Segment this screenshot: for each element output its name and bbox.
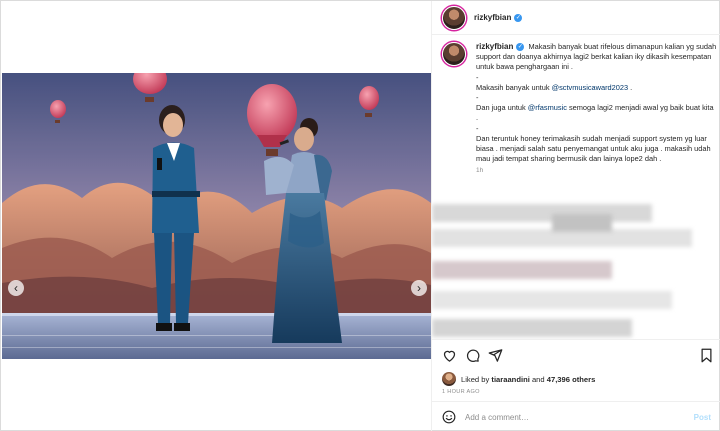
chevron-left-icon[interactable]: ‹ [8, 280, 24, 296]
avatar[interactable] [442, 372, 456, 386]
blurred-comment [432, 291, 672, 309]
caption-text: Dan teruntuk honey terimakasih sudah men… [476, 133, 711, 164]
blurred-comment [552, 214, 612, 232]
verified-badge-icon: ✓ [514, 13, 523, 22]
comment-input[interactable] [465, 412, 694, 422]
post-header: rizkyfbian ✓ [432, 1, 720, 35]
mention-link[interactable]: @sctvmusicaward2023 [552, 83, 629, 92]
post-button[interactable]: Post [694, 413, 711, 422]
avatar[interactable] [442, 5, 466, 30]
blurred-comment [432, 261, 612, 279]
liked-by-label: Liked by [461, 374, 490, 384]
post-side-panel: rizkyfbian ✓ rizkyfbian ✓ Makasih banyak … [431, 1, 720, 431]
verified-badge-icon: ✓ [516, 43, 525, 52]
caption-line: rizkyfbian ✓ Makasih banyak buat rifelous… [476, 42, 717, 73]
caption-timestamp: 1h [476, 167, 484, 175]
caption-line: - [476, 124, 717, 134]
blurred-comment [432, 319, 632, 337]
share-icon[interactable] [488, 348, 503, 363]
caption-text: - [476, 123, 479, 133]
bookmark-icon[interactable] [699, 348, 714, 363]
caption-username[interactable]: rizkyfbian [476, 42, 513, 51]
post-actions: Liked by tiaraandini and 47,396 others 1… [432, 339, 720, 401]
caption-text: - [476, 72, 479, 82]
chevron-right-icon[interactable]: › [411, 280, 427, 296]
caption-line: Dan juga untuk @rfasmusic semoga lagi2 m… [476, 103, 717, 123]
caption-line: Makasih banyak untuk @sctvmusicaward2023… [476, 83, 717, 93]
stage-photo [2, 73, 431, 359]
instagram-post: ‹ › rizkyfbian ✓ rizkyfbian ✓ Makasih ban… [0, 0, 720, 431]
avatar[interactable] [442, 42, 466, 66]
header-username[interactable]: rizkyfbian [474, 13, 511, 22]
comment-icon[interactable] [465, 348, 480, 363]
caption-text: Makasih banyak untuk [476, 82, 552, 92]
post-timestamp: 1 HOUR AGO [442, 389, 480, 395]
add-comment-bar: Post [432, 401, 720, 431]
post-photo[interactable]: ‹ › [2, 73, 431, 359]
heart-icon[interactable] [442, 348, 457, 363]
mention-link[interactable]: @rfasmusic [528, 103, 567, 112]
caption: rizkyfbian ✓ Makasih banyak buat rifelous… [442, 42, 717, 174]
likes-summary: Liked by tiaraandini and 47,396 others [442, 372, 595, 386]
caption-line: Dan teruntuk honey terimakasih sudah men… [476, 134, 717, 165]
caption-body: rizkyfbian ✓ Makasih banyak buat rifelous… [476, 42, 717, 164]
likes-count[interactable]: 47,396 others [547, 375, 596, 384]
caption-line: - [476, 73, 717, 83]
caption-text: Dan juga untuk [476, 103, 528, 113]
liked-by-user[interactable]: tiaraandini [491, 375, 529, 384]
comments-list-blurred [432, 199, 720, 339]
caption-text: - [476, 93, 479, 103]
and-label: and [531, 374, 545, 384]
emoji-icon[interactable] [442, 410, 456, 424]
caption-line: - [476, 93, 717, 103]
blurred-comment [432, 204, 652, 222]
caption-text: . [628, 82, 633, 92]
